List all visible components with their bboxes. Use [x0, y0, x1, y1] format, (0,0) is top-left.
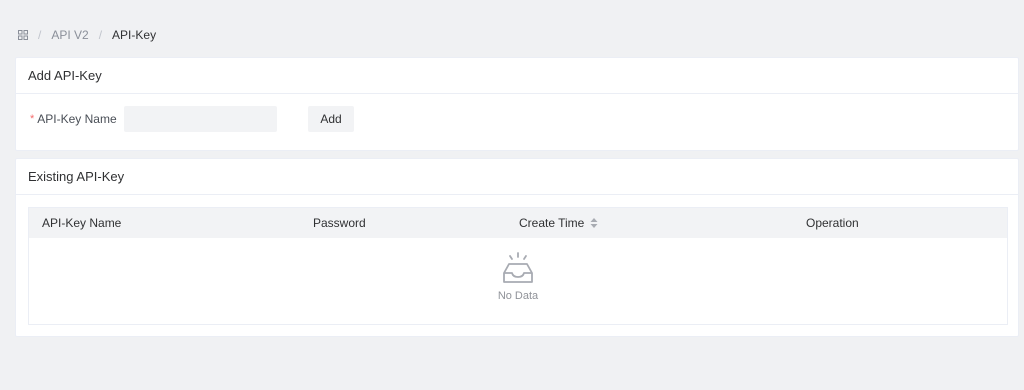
breadcrumb-item-api-v2[interactable]: API V2	[51, 28, 88, 42]
breadcrumb: / API V2 / API-Key	[18, 27, 156, 43]
column-header-api-key-name: API-Key Name	[42, 216, 122, 230]
api-key-table: API-Key Name Password Create Time Operat…	[28, 207, 1008, 325]
sort-icon[interactable]	[590, 217, 598, 229]
add-button[interactable]: Add	[308, 106, 354, 132]
empty-inbox-icon	[500, 252, 536, 286]
required-mark: *	[30, 113, 35, 125]
add-api-key-card: Add API-Key * API-Key Name Add	[15, 57, 1019, 151]
empty-state: No Data	[29, 238, 1007, 324]
column-header-password: Password	[313, 216, 366, 230]
column-header-operation: Operation	[806, 216, 859, 230]
existing-api-key-title: Existing API-Key	[16, 159, 1018, 195]
breadcrumb-item-api-key: API-Key	[112, 28, 157, 42]
api-key-name-label: * API-Key Name	[30, 112, 124, 126]
breadcrumb-separator: /	[38, 28, 42, 42]
column-header-create-time-label: Create Time	[519, 216, 585, 230]
api-key-name-label-text: API-Key Name	[37, 112, 117, 126]
column-header-create-time[interactable]: Create Time	[519, 208, 598, 238]
api-key-name-input[interactable]	[124, 106, 277, 132]
grid-icon[interactable]	[18, 30, 28, 40]
existing-api-key-card: Existing API-Key API-Key Name Password C…	[15, 158, 1019, 337]
empty-state-text: No Data	[497, 290, 539, 302]
add-api-key-title: Add API-Key	[16, 58, 1018, 94]
breadcrumb-separator: /	[98, 28, 103, 42]
api-key-name-form-row: * API-Key Name Add	[16, 106, 1018, 132]
table-header: API-Key Name Password Create Time Operat…	[29, 208, 1007, 238]
